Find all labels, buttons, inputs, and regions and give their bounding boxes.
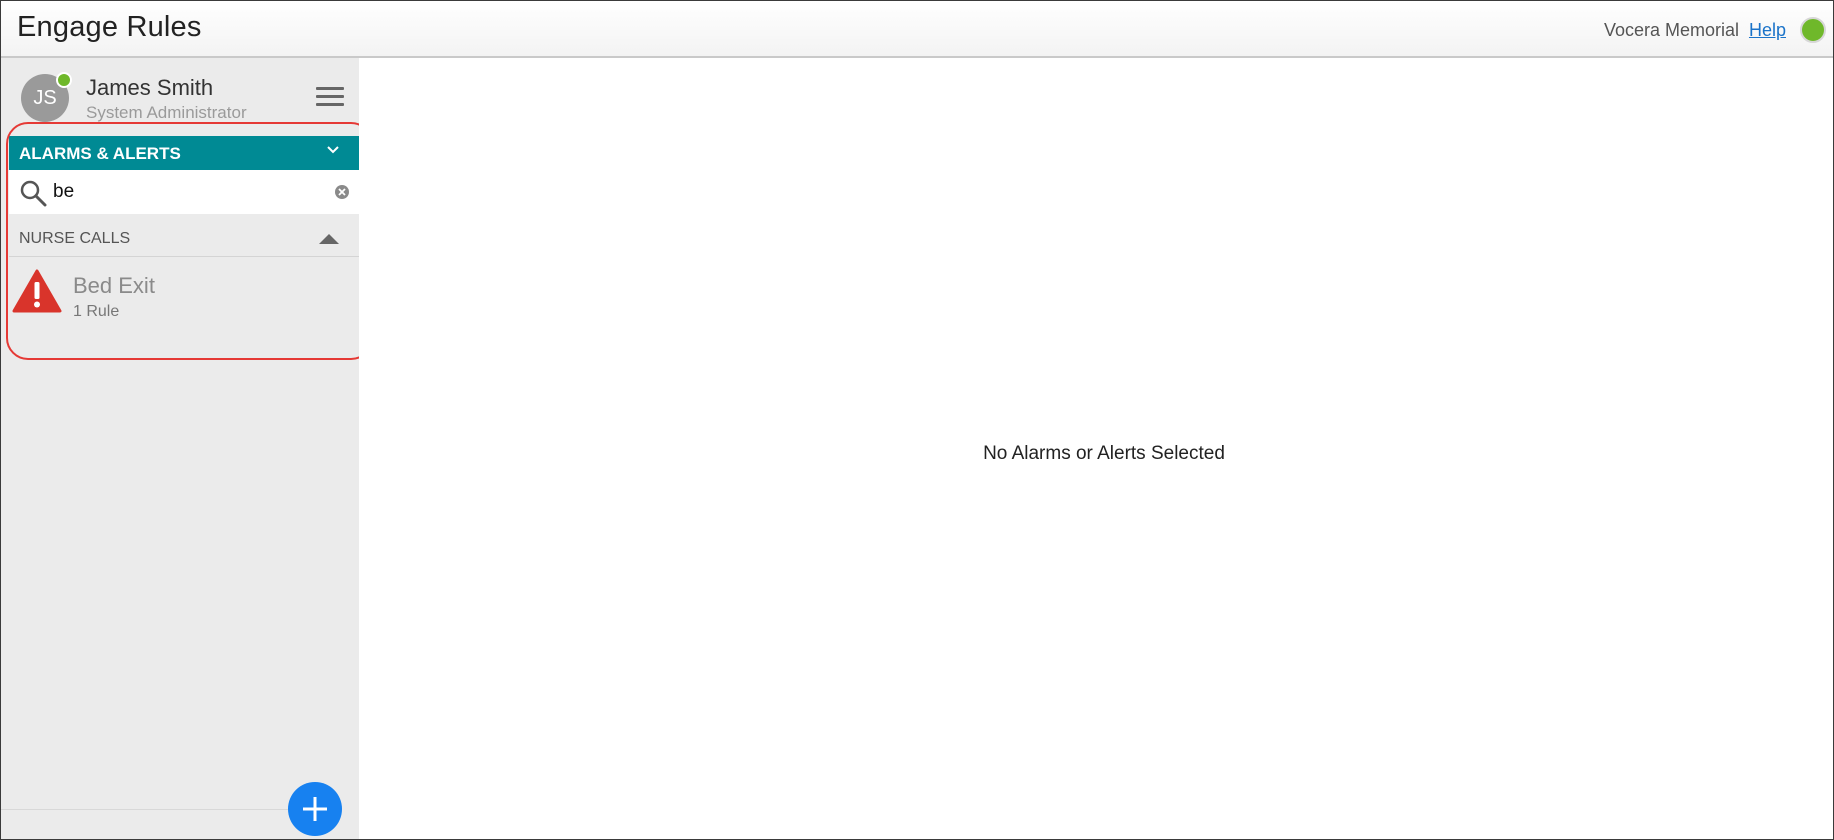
sidebar: JS James Smith System Administrator ALAR… [1,58,359,839]
group-title: NURSE CALLS [19,230,131,247]
divider [1,809,291,810]
search-input[interactable] [53,178,323,206]
search-bar [9,170,359,214]
group-header-nurse-calls[interactable]: NURSE CALLS [9,221,359,257]
hamburger-menu-icon[interactable] [316,87,344,109]
caret-up-icon[interactable] [319,234,339,244]
empty-state-message: No Alarms or Alerts Selected [983,443,1225,464]
connection-status-indicator [1800,17,1826,43]
list-item-bed-exit[interactable]: Bed Exit 1 Rule [9,263,359,335]
app-window: Engage Rules Vocera Memorial Help JS Jam… [0,0,1834,840]
list-item-title: Bed Exit [73,273,155,298]
clear-search-icon[interactable] [334,184,350,200]
chevron-down-icon[interactable] [327,144,339,156]
plus-icon [303,797,327,821]
user-name: James Smith [86,75,214,100]
section-header-alarms-alerts[interactable]: ALARMS & ALERTS [9,136,359,170]
search-icon [20,180,47,207]
list-item-rule-count: 1 Rule [73,303,120,320]
warning-icon [12,269,62,313]
section-title: ALARMS & ALERTS [19,144,181,163]
app-header: Engage Rules Vocera Memorial Help [1,1,1833,58]
app-title: Engage Rules [17,11,202,43]
user-profile: JS James Smith System Administrator [1,58,359,134]
organization-name: Vocera Memorial [1603,20,1739,40]
presence-online-icon [56,72,72,88]
main-panel: No Alarms or Alerts Selected [359,58,1833,839]
user-role: System Administrator [86,103,247,122]
help-link[interactable]: Help [1749,20,1786,41]
add-button[interactable] [288,782,342,836]
